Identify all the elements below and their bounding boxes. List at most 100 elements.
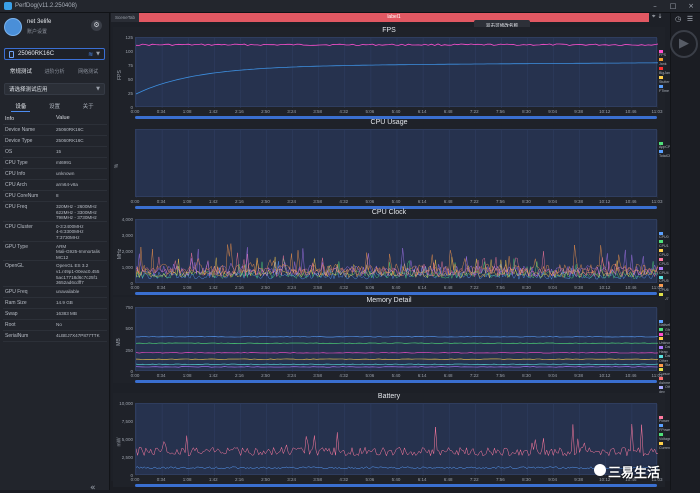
plot-area[interactable] xyxy=(135,307,658,372)
x-tick-label: 5:40 xyxy=(391,199,401,204)
x-tick-label: 1:08 xyxy=(182,199,192,204)
avatar[interactable] xyxy=(4,18,22,36)
y-tick-label: 2,500 xyxy=(121,455,133,460)
legend-swatch xyxy=(659,332,663,336)
x-tick-label: 9:04 xyxy=(548,477,557,482)
record-button[interactable]: ▶ xyxy=(670,30,698,58)
tab-settings[interactable]: 设置 xyxy=(45,102,64,112)
legend-swatch xyxy=(659,257,663,261)
chart-panel: FPS FPS 125 100 75 50 25 0 FPS Jank BigJank Stutter… xyxy=(113,27,672,119)
x-tick-label: 9:38 xyxy=(574,199,584,204)
legend-item[interactable]: CPU1 xyxy=(659,240,669,249)
time-scrollbar[interactable] xyxy=(135,380,657,383)
x-tick-label: 7:56 xyxy=(496,199,505,204)
tab-device[interactable]: 设备 xyxy=(11,102,31,112)
tab-normal-test[interactable]: 常规测试 xyxy=(4,66,38,78)
x-tick-label: 1:42 xyxy=(208,477,218,482)
tab-about[interactable]: 关于 xyxy=(79,102,98,112)
x-tick-label: 2:16 xyxy=(235,109,244,114)
legend-label: CPU5 xyxy=(659,279,669,284)
y-tick-label: 125 xyxy=(125,35,133,40)
legend-label: CPU4 xyxy=(659,270,669,275)
legend-item[interactable]: CPU5 xyxy=(659,275,669,284)
minimize-icon[interactable]: – xyxy=(646,2,664,10)
top-icons: ⌖ ↓ xyxy=(652,13,670,22)
tab-advanced-analysis[interactable]: 进阶分析 xyxy=(38,66,72,78)
x-tick-label: 0:00 xyxy=(130,477,140,482)
x-tick-label: 7:56 xyxy=(496,285,505,290)
x-tick-label: 9:04 xyxy=(548,285,557,290)
y-axis-unit: % xyxy=(114,163,121,169)
chart-svg xyxy=(136,38,658,108)
x-axis: 0:00 0:34 1:08 1:42 2:16 2:50 3:24 3:58 4:32 5:06… xyxy=(131,477,665,483)
header-info: Info xyxy=(5,116,15,122)
tab-network-test[interactable]: 网络测试 xyxy=(71,66,105,78)
legend-item[interactable]: CPU2 xyxy=(659,249,669,258)
y-tick-label: 3,000 xyxy=(121,233,133,238)
chart-svg xyxy=(136,404,658,476)
info-key: SerialNum xyxy=(5,332,29,339)
x-tick-label: 1:42 xyxy=(208,285,218,290)
legend-swatch xyxy=(659,75,663,79)
time-scrollbar[interactable] xyxy=(135,292,657,295)
plot-area[interactable] xyxy=(135,129,658,198)
x-tick-label: 4:32 xyxy=(339,109,349,114)
settings-icon[interactable]: ☰ xyxy=(685,15,695,23)
table-row: CPU Arch arm64-v8a xyxy=(3,180,107,191)
x-tick-label: 10:12 xyxy=(599,109,611,114)
plot-area[interactable] xyxy=(135,219,658,284)
x-axis: 0:00 0:34 1:08 1:42 2:16 2:50 3:24 3:58 4:32 5:06… xyxy=(131,373,665,379)
x-tick-label: 2:50 xyxy=(261,285,270,290)
x-tick-label: 3:58 xyxy=(313,477,323,482)
legend-item[interactable]: CPU0 xyxy=(659,231,669,240)
x-tick-label: 2:16 xyxy=(235,285,244,290)
plot-area[interactable] xyxy=(135,37,658,108)
info-key: Device Type xyxy=(5,138,33,144)
header-value: Value xyxy=(56,115,70,121)
x-tick-label: 10:12 xyxy=(599,285,611,290)
download-icon[interactable]: ↓ xyxy=(657,13,662,20)
legend-item[interactable]: CPU4 xyxy=(659,266,669,275)
info-value: 15 xyxy=(56,149,62,154)
close-icon[interactable]: × xyxy=(682,2,700,10)
legend-swatch xyxy=(659,441,663,445)
x-tick-label: 7:22 xyxy=(469,373,479,378)
clock-icon[interactable]: ◷ xyxy=(673,15,683,23)
account-settings-link[interactable]: 账户设置 xyxy=(27,28,47,35)
right-toolbar: ◷ ☰ xyxy=(670,13,700,490)
scene-tab[interactable]: SceneTab xyxy=(111,13,139,22)
gear-icon[interactable]: ⚙ xyxy=(91,20,102,31)
mode-tabs: 常规测试 进阶分析 网络测试 xyxy=(4,66,105,78)
chart-title: Memory Detail xyxy=(366,297,412,304)
table-row: Root No xyxy=(3,320,107,331)
legend-item[interactable]: CPU3 xyxy=(659,257,669,266)
x-tick-label: 2:50 xyxy=(261,373,270,378)
x-tick-label: 9:38 xyxy=(574,477,584,482)
info-key: Swap xyxy=(5,310,18,317)
x-tick-label: 9:38 xyxy=(574,373,584,378)
label-bar[interactable]: label1 xyxy=(139,13,649,22)
x-tick-label: 9:04 xyxy=(548,373,557,378)
x-tick-label: 3:58 xyxy=(313,285,323,290)
chart-panel: Battery mW 10,000 7,500 5,000 2,500 0 Power FPow… xyxy=(113,393,671,487)
x-tick-label: 4:32 xyxy=(339,373,349,378)
device-selector[interactable]: 25060RK16C ≋ ▼ xyxy=(4,48,105,60)
app-select[interactable]: 请选择测试应用 ▼ xyxy=(4,83,105,95)
x-tick-label: 4:32 xyxy=(339,477,349,482)
table-row: SerialNum 4LBEJ7X47P877TTK xyxy=(3,331,107,342)
maximize-icon[interactable]: □ xyxy=(664,2,682,10)
table-row: Ram Size 14.9 GB xyxy=(3,298,107,309)
table-row: CPU Type mt6991 xyxy=(3,158,107,169)
x-tick-label: 3:24 xyxy=(287,477,296,482)
user-card: net 3elife 账户设置 ⚙ xyxy=(4,17,106,41)
collapse-sidebar-icon[interactable]: « xyxy=(90,483,96,493)
location-icon[interactable]: ⌖ xyxy=(652,13,655,20)
plot-area[interactable] xyxy=(135,403,658,476)
x-tick-label: 3:58 xyxy=(313,373,323,378)
x-tick-label: 0:34 xyxy=(156,373,166,378)
x-tick-label: 7:56 xyxy=(496,109,505,114)
legend-swatch xyxy=(659,49,663,53)
x-tick-label: 10:46 xyxy=(625,199,637,204)
x-tick-label: 2:50 xyxy=(261,109,270,114)
time-scrollbar[interactable] xyxy=(135,484,657,487)
